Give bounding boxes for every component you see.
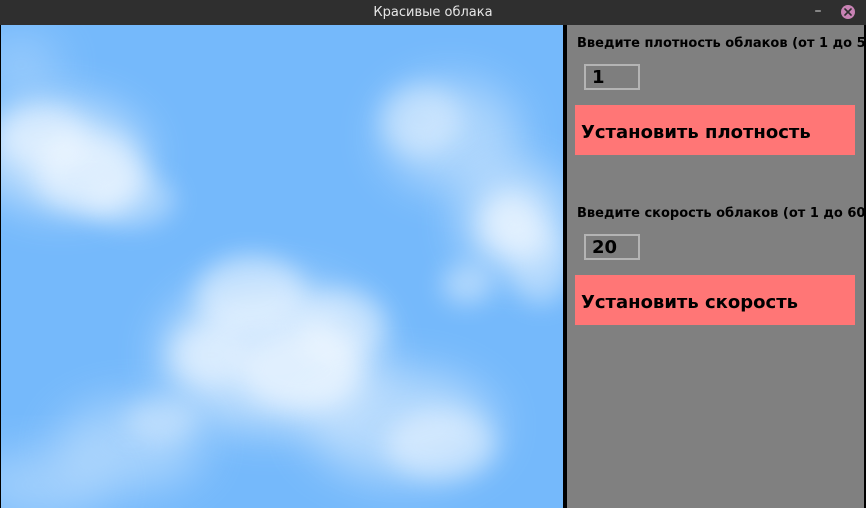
density-input[interactable] — [584, 64, 640, 90]
control-panel: Введите плотность облаков (от 1 до 5): У… — [567, 25, 866, 508]
minimize-button[interactable]: – — [810, 2, 826, 22]
set-density-button[interactable]: Установить плотность — [575, 105, 855, 155]
set-speed-button[interactable]: Установить скорость — [575, 275, 855, 325]
minimize-icon: – — [814, 3, 822, 19]
window-title: Красивые облака — [373, 5, 493, 20]
density-label: Введите плотность облаков (от 1 до 5): — [577, 36, 866, 51]
cloud-canvas — [1, 25, 563, 508]
sky-scene — [1, 25, 563, 508]
title-bar: Красивые облака – — [0, 0, 866, 25]
speed-label: Введите скорость облаков (от 1 до 60): — [577, 206, 866, 221]
close-button[interactable] — [841, 5, 855, 19]
speed-input[interactable] — [584, 234, 640, 260]
close-icon — [844, 8, 852, 16]
